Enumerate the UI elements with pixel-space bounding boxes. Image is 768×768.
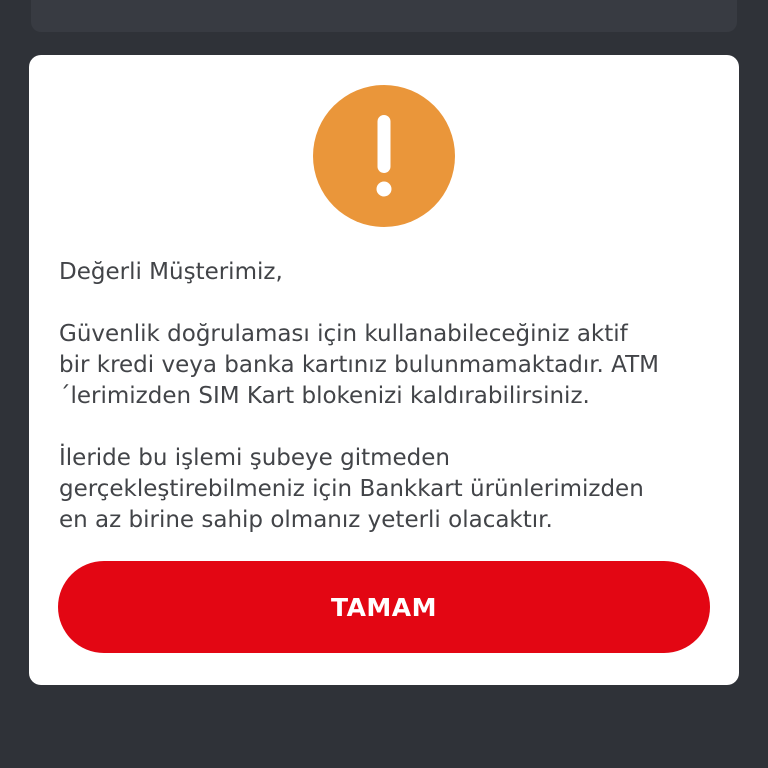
message-paragraph-2: İleride bu işlemi şubeye gitmeden gerçek… — [59, 445, 644, 533]
alert-dialog: Değerli Müşterimiz, Güvenlik doğrulaması… — [29, 55, 739, 685]
greeting-text: Değerli Müşterimiz, — [59, 259, 283, 285]
dialog-message: Değerli Müşterimiz, Güvenlik doğrulaması… — [59, 257, 719, 536]
exclamation-icon — [313, 85, 455, 227]
background-card — [31, 0, 737, 32]
message-paragraph-1: Güvenlik doğrulaması için kullanabileceğ… — [59, 321, 660, 409]
confirm-button[interactable]: TAMAM — [58, 561, 710, 653]
